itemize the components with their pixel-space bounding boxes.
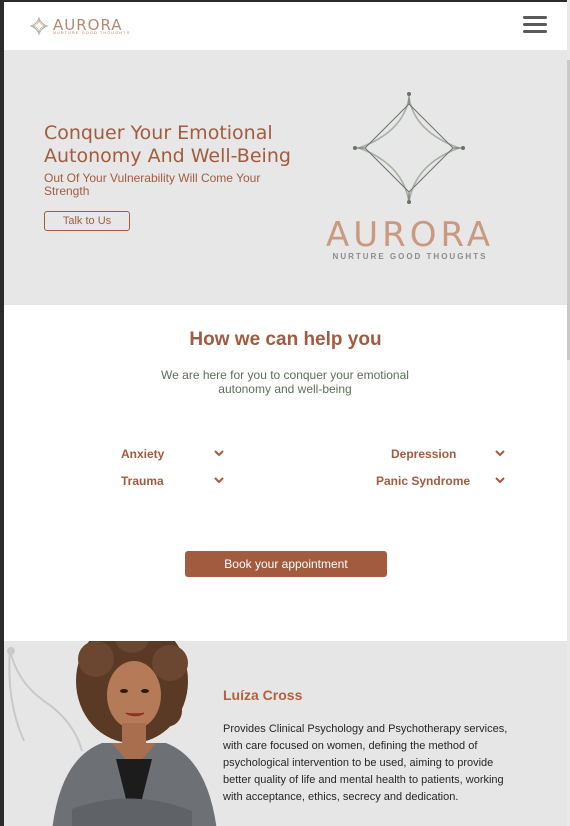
topic-depression[interactable]: Depression [391, 447, 507, 465]
aurora-emblem-icon [353, 92, 465, 204]
hero-title: Conquer Your Emotional Autonomy And Well… [44, 122, 291, 167]
aurora-emblem-icon [29, 16, 49, 36]
hero-section: Conquer Your Emotional Autonomy And Well… [4, 50, 567, 305]
talk-to-us-button[interactable]: Talk to Us [44, 211, 130, 231]
hero-logo-tagline: NURTURE GOOD THOUGHTS [332, 252, 488, 261]
chevron-down-icon [214, 450, 224, 457]
therapist-bio: Provides Clinical Psychology and Psychot… [223, 723, 508, 803]
site-header: AURORA NURTURE GOOD THOUGHTS [4, 2, 567, 48]
topic-label: Depression [391, 447, 457, 461]
chevron-down-icon [495, 450, 505, 457]
hero-subtitle: Out Of Your Vulnerability Will Come Your… [44, 171, 261, 198]
help-section-title: How we can help you [189, 329, 382, 350]
chevron-down-icon [214, 477, 224, 484]
book-appointment-button[interactable]: Book your appointment [185, 551, 387, 577]
therapist-portrait [52, 641, 217, 826]
topic-panic-syndrome[interactable]: Panic Syndrome [376, 474, 507, 492]
therapist-section: Luíza Cross Provides Clinical Psychology… [4, 641, 567, 826]
page-frame: AURORA NURTURE GOOD THOUGHTS Conquer You… [4, 2, 567, 826]
topic-trauma[interactable]: Trauma [121, 474, 226, 492]
topic-label: Anxiety [121, 447, 165, 461]
topic-anxiety[interactable]: Anxiety [121, 447, 226, 465]
header-logo-tagline: NURTURE GOOD THOUGHTS [53, 30, 131, 35]
help-section-subtitle: We are here for you to conquer your emot… [161, 368, 409, 396]
topic-label: Panic Syndrome [376, 474, 471, 488]
topic-label: Trauma [121, 474, 164, 488]
chevron-down-icon [495, 477, 505, 484]
therapist-name: Luíza Cross [223, 687, 303, 703]
header-logo[interactable]: AURORA NURTURE GOOD THOUGHTS [29, 16, 139, 38]
hero-logo-word: AURORA [326, 215, 495, 255]
hamburger-menu-icon[interactable] [523, 16, 547, 34]
